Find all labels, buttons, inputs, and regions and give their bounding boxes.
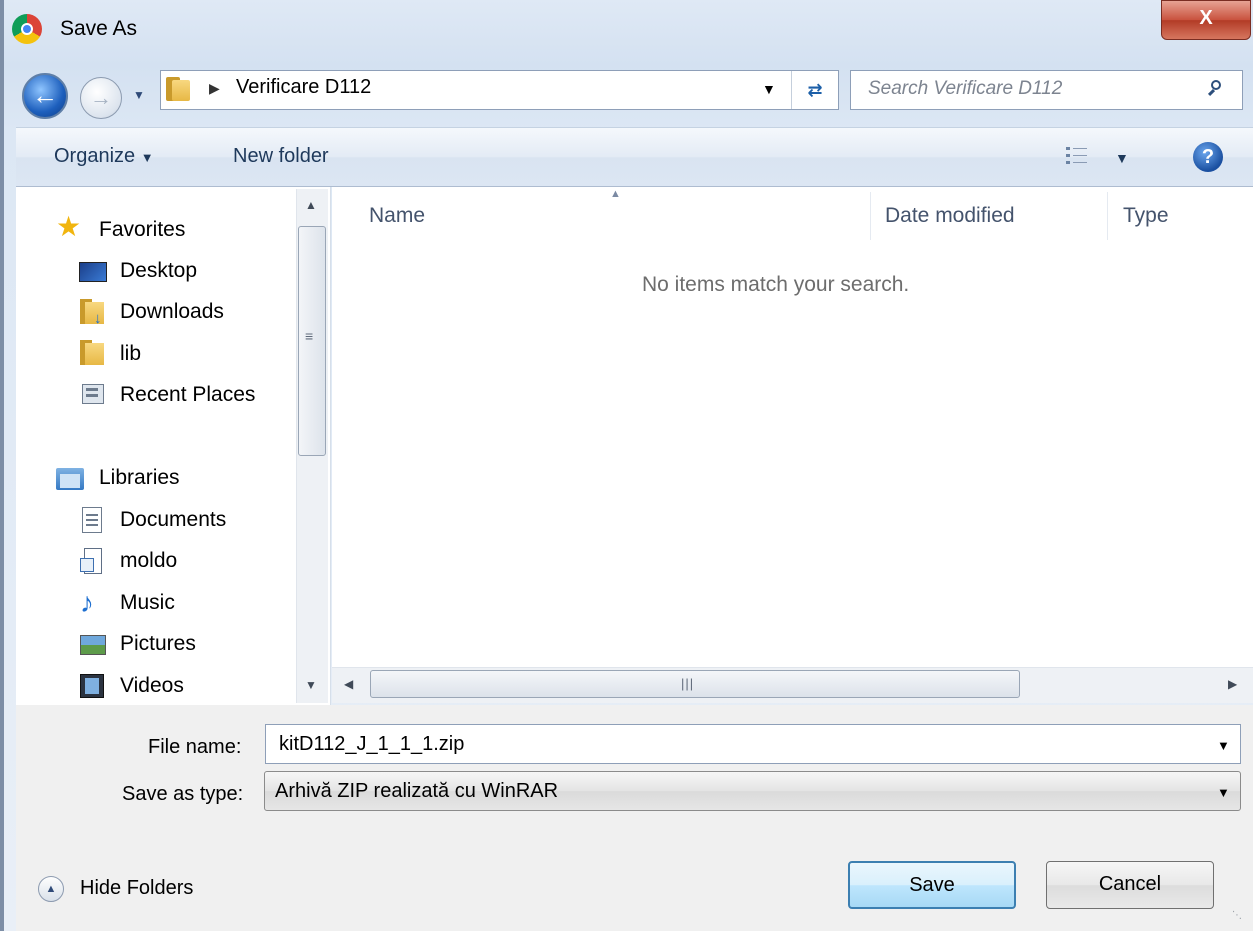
file-list-scrollbar-thumb[interactable] [370, 670, 1020, 698]
save-as-dialog: Save As X ← → ▼ ▶ Verificare D112 ▼ ⇄ Se… [0, 0, 1253, 931]
cancel-button[interactable]: Cancel [1046, 861, 1214, 909]
folder-icon [80, 340, 108, 366]
new-folder-button[interactable]: New folder [233, 145, 329, 168]
title-bar [0, 0, 1253, 60]
column-header-type[interactable]: Type [1123, 204, 1169, 228]
window-title: Save As [60, 17, 138, 40]
libraries-icon [56, 466, 84, 492]
column-header-name[interactable]: Name [369, 204, 425, 228]
chevron-up-icon[interactable]: ▲ [38, 876, 64, 902]
organize-menu[interactable]: Organize ▼ [54, 145, 154, 168]
save-as-type-value[interactable]: Arhivă ZIP realizată cu WinRAR [275, 780, 558, 803]
documents-icon [80, 507, 108, 533]
nav-item-desktop[interactable]: Desktop [120, 259, 197, 283]
desktop-icon [79, 259, 107, 285]
file-name-dropdown-icon[interactable]: ▼ [1217, 738, 1230, 753]
save-as-type-dropdown-icon[interactable]: ▼ [1217, 785, 1230, 800]
music-icon: ♪ [80, 587, 94, 618]
file-name-label: File name: [148, 736, 242, 758]
scroll-left-arrow-icon[interactable]: ◀ [344, 677, 353, 691]
organize-label: Organize [54, 145, 136, 167]
pictures-icon [80, 632, 108, 658]
empty-message: No items match your search. [642, 273, 910, 296]
back-button[interactable]: ← [22, 73, 68, 119]
videos-icon [80, 673, 108, 699]
nav-item-documents[interactable]: Documents [120, 508, 226, 532]
scroll-right-arrow-icon[interactable]: ▶ [1228, 677, 1237, 691]
downloads-folder-icon: ↓ [80, 299, 108, 326]
library-icon [80, 548, 108, 574]
close-button[interactable]: X [1161, 0, 1251, 40]
column-divider[interactable] [870, 192, 871, 240]
search-placeholder[interactable]: Search Verificare D112 [868, 78, 1062, 100]
chrome-icon [12, 14, 42, 44]
nav-item-music[interactable]: Music [120, 591, 175, 615]
nav-favorites[interactable]: Favorites [99, 218, 185, 242]
nav-item-videos[interactable]: Videos [120, 674, 184, 698]
recent-places-icon [80, 382, 108, 408]
file-list[interactable] [332, 187, 1253, 667]
folder-icon [166, 77, 192, 101]
scrollbar-grip-icon: ||| [681, 676, 695, 691]
nav-item-pictures[interactable]: Pictures [120, 632, 196, 656]
views-icon[interactable] [1066, 145, 1088, 165]
nav-item-recent-places[interactable]: Recent Places [120, 383, 255, 407]
address-dropdown-icon[interactable]: ▼ [762, 81, 776, 97]
breadcrumb-current-folder[interactable]: Verificare D112 [236, 76, 371, 99]
sort-ascending-icon: ▲ [610, 188, 621, 200]
save-as-type-label: Save as type: [122, 783, 244, 805]
favorites-star-icon: ★ [56, 211, 82, 242]
nav-item-downloads[interactable]: Downloads [120, 300, 224, 324]
nav-libraries[interactable]: Libraries [99, 466, 180, 490]
file-name-value[interactable]: kitD112_J_1_1_1.zip [279, 733, 464, 756]
breadcrumb-arrow-icon[interactable]: ▶ [209, 80, 220, 97]
column-divider[interactable] [1107, 192, 1108, 240]
recent-locations-dropdown[interactable]: ▼ [133, 88, 149, 102]
save-button[interactable]: Save [848, 861, 1016, 909]
search-icon[interactable] [1207, 80, 1224, 97]
views-dropdown-icon[interactable]: ▼ [1115, 150, 1129, 166]
resize-grip-icon[interactable]: ⋱ [1232, 910, 1242, 921]
refresh-button[interactable]: ⇄ [791, 71, 838, 109]
scroll-up-arrow-icon[interactable]: ▲ [305, 198, 317, 212]
scrollbar-grip-icon: ≡ [305, 328, 314, 344]
nav-item-lib[interactable]: lib [120, 342, 141, 366]
hide-folders-button[interactable]: Hide Folders [80, 877, 193, 900]
window-edge [0, 0, 4, 931]
column-header-date-modified[interactable]: Date modified [885, 204, 1015, 228]
nav-item-moldo[interactable]: moldo [120, 549, 177, 573]
help-icon[interactable]: ? [1193, 142, 1223, 172]
chevron-down-icon: ▼ [140, 150, 154, 165]
forward-button[interactable]: → [80, 77, 122, 119]
scroll-down-arrow-icon[interactable]: ▼ [305, 678, 317, 692]
